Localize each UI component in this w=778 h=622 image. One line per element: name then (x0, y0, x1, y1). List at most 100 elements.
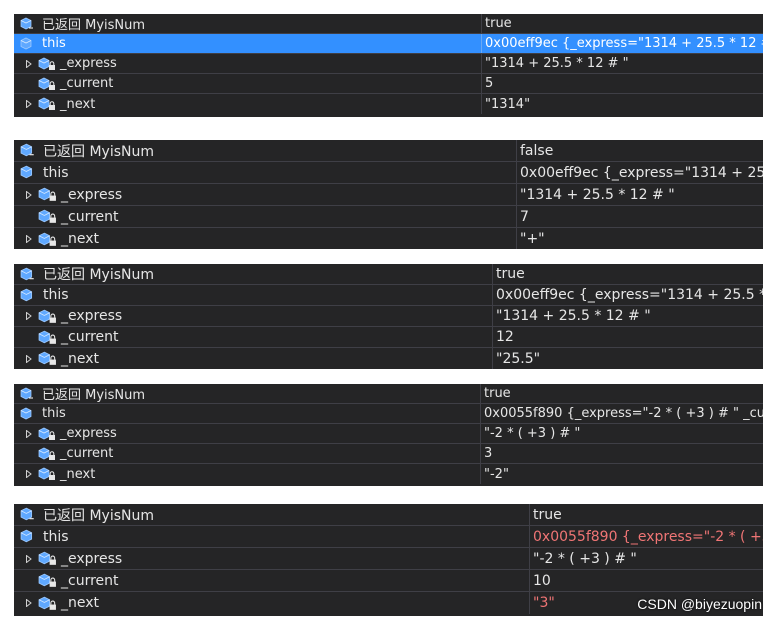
watch-row-next[interactable]: _next "25.5" (14, 348, 763, 369)
name-cell: _current (14, 74, 482, 93)
variable-value[interactable]: true (482, 16, 763, 31)
variable-value[interactable]: "1314 + 25.5 * 12 # " (482, 56, 763, 71)
object-icon (20, 37, 38, 51)
variable-name: _next (61, 595, 100, 611)
variable-name: 已返回 MyisNum (43, 143, 154, 160)
variable-name: _express (60, 56, 117, 71)
returned-value-icon (20, 267, 39, 282)
name-cell: _current (14, 206, 517, 227)
watch-row-this[interactable]: this 0x0055f890 {_express="-2 * ( +3 ) # … (14, 404, 763, 424)
variable-name: _current (60, 76, 114, 91)
variable-value[interactable]: 7 (517, 209, 763, 225)
watch-row-myisnum[interactable]: 已返回 MyisNum true (14, 14, 763, 34)
variable-value[interactable]: "-2" (481, 467, 763, 482)
watch-row-this[interactable]: this 0x00eff9ec {_express="1314 + 25.5 * … (14, 285, 763, 306)
variable-value[interactable]: "1314 + 25.5 * 12 # " (517, 187, 763, 203)
expand-arrow-icon[interactable] (24, 234, 34, 244)
variable-value[interactable]: "-2 * ( +3 ) # " (481, 426, 763, 441)
variable-value[interactable]: "1314" (482, 97, 763, 112)
watch-row-this[interactable]: this 0x00eff9ec {_express="1314 + 25.5 * … (14, 34, 763, 54)
object-icon (20, 407, 38, 421)
variable-name: _next (61, 231, 100, 247)
variable-name: _current (61, 329, 119, 345)
expand-arrow-icon[interactable] (24, 554, 34, 564)
expand-arrow-icon[interactable] (24, 429, 34, 439)
variable-value[interactable]: 0x00eff9ec {_express="1314 + 25.5 * 12 # (493, 287, 763, 303)
variable-value[interactable]: "-2 * ( +3 ) # " (530, 551, 763, 567)
variable-name: 已返回 MyisNum (42, 18, 146, 33)
watch-row-express[interactable]: _express "1314 + 25.5 * 12 # " (14, 54, 763, 74)
name-cell: _next (14, 592, 530, 614)
watch-row-express[interactable]: _express "1314 + 25.5 * 12 # " (14, 184, 763, 206)
name-cell: 已返回 MyisNum (14, 384, 481, 403)
private-field-icon (38, 447, 56, 461)
watch-row-current[interactable]: _current 7 (14, 206, 763, 228)
name-cell: _current (14, 327, 493, 347)
watch-row-express[interactable]: _express "1314 + 25.5 * 12 # " (14, 306, 763, 327)
expand-arrow-icon[interactable] (24, 598, 34, 608)
variable-value[interactable]: 12 (493, 329, 763, 345)
variable-value[interactable]: 0x0055f890 {_express="-2 * ( +3 ) # " _c… (481, 406, 763, 421)
expand-arrow-icon[interactable] (24, 59, 34, 69)
watch-row-this[interactable]: this 0x00eff9ec {_express="1314 + 25.5 * (14, 162, 763, 184)
watch-row-this[interactable]: this 0x0055f890 {_express="-2 * ( +3 ) (14, 526, 763, 548)
variable-value[interactable]: true (530, 507, 763, 523)
private-field-icon (38, 573, 57, 588)
variable-value[interactable]: true (481, 386, 763, 401)
variable-value[interactable]: "1314 + 25.5 * 12 # " (493, 308, 763, 324)
watch-row-current[interactable]: _current 5 (14, 74, 763, 94)
watch-row-myisnum[interactable]: 已返回 MyisNum true (14, 264, 763, 285)
name-cell: _express (14, 184, 517, 205)
variable-name: _next (60, 96, 96, 112)
variable-value[interactable]: "+" (517, 231, 763, 247)
locals-panel-3: 已返回 MyisNum true this 0x00eff9ec {_express=… (14, 264, 763, 369)
name-cell: _next (14, 94, 482, 114)
expand-arrow-icon[interactable] (24, 190, 34, 200)
watch-row-myisnum[interactable]: 已返回 MyisNum false (14, 140, 763, 162)
variable-value[interactable]: 5 (482, 76, 763, 91)
variable-name: _current (61, 572, 119, 589)
name-cell: this (14, 285, 493, 305)
variable-value[interactable]: 3 (481, 446, 763, 461)
variable-value[interactable]: false (517, 143, 763, 159)
watch-row-next[interactable]: _next "+" (14, 228, 763, 249)
expand-arrow-icon[interactable] (24, 99, 34, 109)
name-cell: this (14, 34, 482, 53)
watch-row-express[interactable]: _express "-2 * ( +3 ) # " (14, 548, 763, 570)
variable-value[interactable]: 0x00eff9ec {_express="1314 + 25.5 * 12 #… (482, 36, 763, 51)
variable-name: 已返回 MyisNum (43, 507, 154, 524)
locals-panel-2: 已返回 MyisNum false this 0x00eff9ec {_express… (14, 140, 763, 249)
name-cell: _current (14, 444, 481, 463)
watch-row-myisnum[interactable]: 已返回 MyisNum true (14, 384, 763, 404)
expand-arrow-icon[interactable] (24, 469, 34, 479)
watch-row-current[interactable]: _current 10 (14, 570, 763, 592)
watermark: CSDN @biyezuopin (637, 596, 762, 612)
watch-row-express[interactable]: _express "-2 * ( +3 ) # " (14, 424, 763, 444)
watch-row-current[interactable]: _current 3 (14, 444, 763, 464)
variable-value[interactable]: true (493, 266, 763, 282)
name-cell: _next (14, 228, 517, 249)
watch-row-current[interactable]: _current 12 (14, 327, 763, 348)
variable-value[interactable]: 0x00eff9ec {_express="1314 + 25.5 * (517, 165, 763, 181)
name-cell: this (14, 162, 517, 183)
private-field-icon (38, 467, 56, 481)
variable-name: this (42, 406, 66, 421)
locals-panel-4: 已返回 MyisNum true this 0x0055f890 {_express=… (14, 384, 763, 486)
object-icon (20, 165, 39, 180)
expand-arrow-icon[interactable] (24, 354, 34, 364)
name-cell: _next (14, 464, 481, 484)
name-cell: _express (14, 548, 530, 569)
watch-row-next[interactable]: _next "-2" (14, 464, 763, 484)
expand-arrow-icon[interactable] (24, 311, 34, 321)
returned-value-icon (20, 17, 38, 31)
variable-value[interactable]: 10 (530, 573, 763, 589)
variable-value[interactable]: 0x0055f890 {_express="-2 * ( +3 ) (530, 529, 763, 545)
private-field-icon (38, 57, 56, 71)
watch-row-myisnum[interactable]: 已返回 MyisNum true (14, 504, 763, 526)
watch-row-next[interactable]: _next "1314" (14, 94, 763, 114)
variable-value[interactable]: "25.5" (493, 351, 763, 367)
variable-name: _express (60, 426, 117, 441)
